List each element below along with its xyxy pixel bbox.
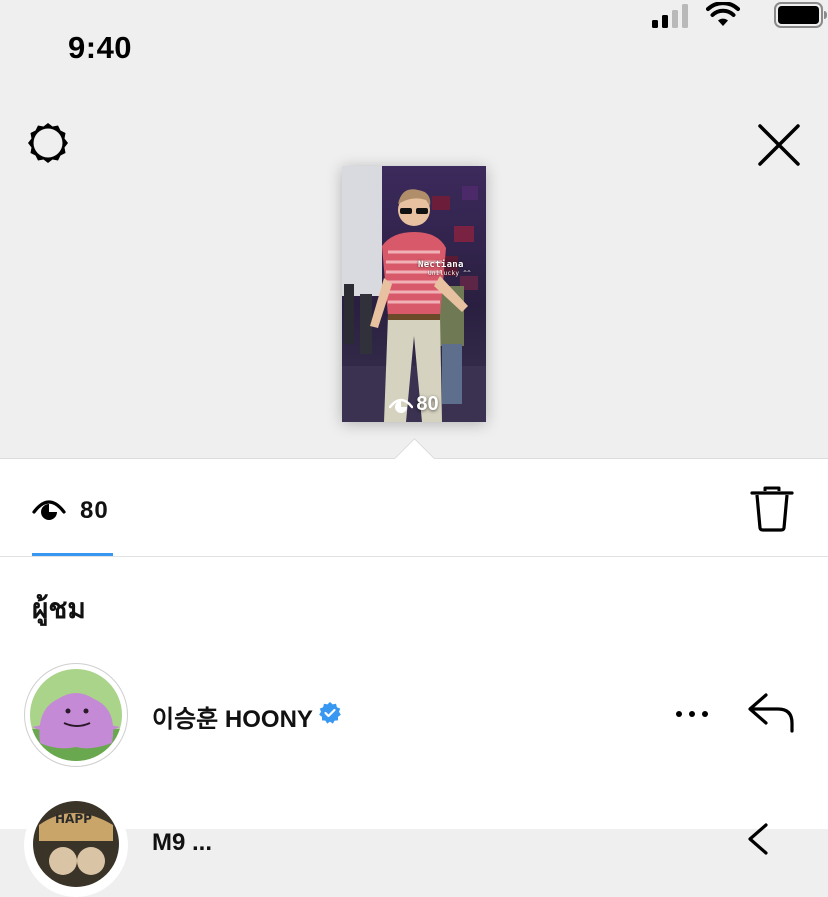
- avatar-image: HAPP: [33, 801, 119, 887]
- viewer-name[interactable]: M9 ...: [152, 829, 212, 857]
- active-tab-indicator: [32, 553, 113, 556]
- story-photo: [342, 166, 486, 422]
- story-view-count: 80: [416, 393, 439, 415]
- verified-badge-icon: [319, 702, 341, 724]
- settings-gear-icon[interactable]: [24, 120, 72, 168]
- story-view-count-overlay: 80: [342, 393, 486, 416]
- reply-arrow-icon[interactable]: [746, 691, 798, 735]
- avatar[interactable]: [24, 663, 128, 767]
- status-time: 9:40: [68, 30, 133, 65]
- story-text-sticker: Nectiana Unilucky ^^: [418, 260, 471, 277]
- status-bar: 9:40: [0, 0, 828, 100]
- story-preview-thumbnail[interactable]: Nectiana Unilucky ^^ 80: [342, 166, 486, 422]
- viewer-list-item[interactable]: 이승훈 HOONY: [0, 655, 828, 767]
- eye-icon: [389, 398, 414, 413]
- delete-trash-icon[interactable]: [750, 485, 794, 533]
- views-count: 80: [80, 497, 109, 524]
- avatar[interactable]: HAPP: [24, 793, 128, 897]
- sticker-title: Nectiana: [418, 260, 464, 270]
- cellular-signal-icon: [652, 4, 688, 28]
- svg-text:HAPP: HAPP: [55, 812, 92, 826]
- viewers-sheet: 80 ผู้ชม 이승훈 HOONY HAPP M9 ...: [0, 437, 828, 897]
- viewers-section-title: ผู้ชม: [32, 593, 86, 624]
- eye-icon: [32, 500, 66, 520]
- close-icon[interactable]: [756, 122, 802, 168]
- sticker-subtitle: Unilucky ^^: [428, 270, 472, 277]
- battery-icon: [774, 2, 827, 28]
- avatar-image: [30, 669, 122, 761]
- more-options-icon[interactable]: [672, 699, 712, 729]
- story-stats-row: 80: [0, 459, 828, 557]
- wifi-icon: [706, 2, 740, 26]
- viewer-list-item[interactable]: HAPP M9 ...: [0, 785, 828, 897]
- viewer-name[interactable]: 이승훈 HOONY: [152, 699, 313, 734]
